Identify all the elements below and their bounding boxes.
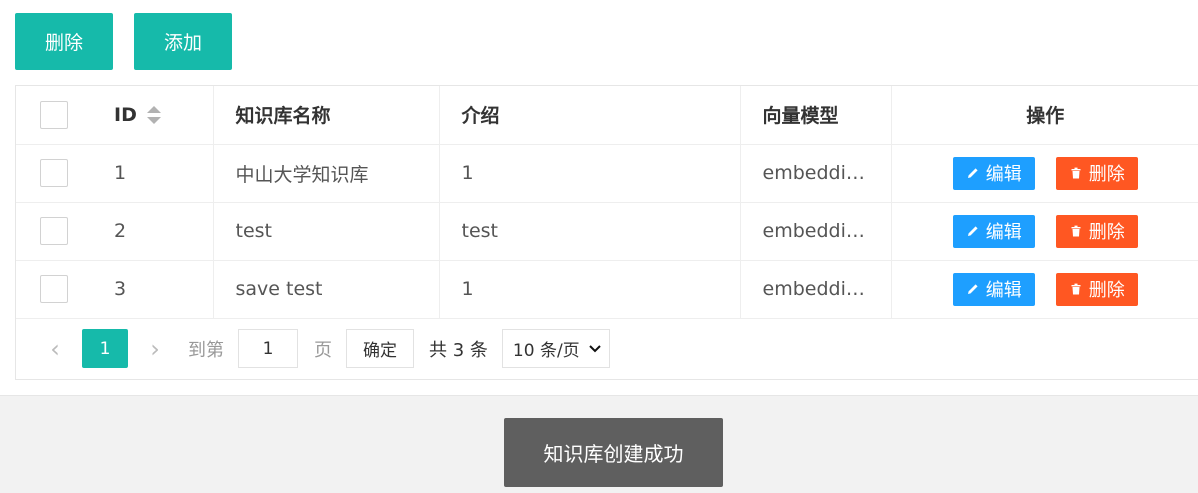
pencil-icon <box>967 226 978 236</box>
cell-model: embeddi… <box>740 202 892 261</box>
header-ops: 操作 <box>891 86 1198 145</box>
chevron-down-icon <box>588 344 601 352</box>
edit-label: 编辑 <box>985 280 1022 301</box>
trash-icon <box>1071 225 1081 237</box>
select-all-cell <box>16 86 92 145</box>
delete-label: 删除 <box>1088 164 1125 185</box>
header-intro: 介绍 <box>439 86 741 145</box>
table-row: 3 save test 1 embeddi… 编辑 删除 <box>16 260 1198 319</box>
toast-message: 知识库创建成功 <box>504 418 723 487</box>
delete-label: 删除 <box>1088 280 1125 301</box>
current-page[interactable]: 1 <box>82 329 128 368</box>
pencil-icon <box>967 168 978 178</box>
goto-page-input[interactable]: 1 <box>238 329 298 368</box>
edit-button[interactable]: 编辑 <box>952 272 1035 306</box>
cell-ops: 编辑 删除 <box>891 202 1198 261</box>
cell-id: 3 <box>92 260 214 319</box>
cell-id: 2 <box>92 202 214 261</box>
cell-name: save test <box>213 260 440 319</box>
row-checkbox[interactable] <box>40 217 68 245</box>
row-select-cell <box>16 260 92 319</box>
trash-icon <box>1071 167 1081 179</box>
goto-confirm-button[interactable]: 确定 <box>346 329 414 368</box>
add-button[interactable]: 添加 <box>134 13 232 70</box>
edit-label: 编辑 <box>985 222 1022 243</box>
batch-delete-button[interactable]: 删除 <box>15 13 113 70</box>
cell-model: embeddi… <box>740 144 892 203</box>
header-id-label: ID <box>114 103 137 126</box>
cell-intro: 1 <box>439 144 741 203</box>
header-name: 知识库名称 <box>213 86 440 145</box>
sort-icon[interactable] <box>146 106 161 125</box>
select-all-checkbox[interactable] <box>40 100 68 129</box>
cell-id: 1 <box>92 144 214 203</box>
cell-intro: test <box>439 202 741 261</box>
main-panel: 删除 添加 ID 知识库名称 介绍 向量模型 操作 1 中山大学知识库 1 em… <box>0 0 1198 395</box>
cell-intro: 1 <box>439 260 741 319</box>
pencil-icon <box>967 284 978 294</box>
edit-button[interactable]: 编辑 <box>952 156 1035 190</box>
delete-button[interactable]: 删除 <box>1055 156 1138 190</box>
cell-model: embeddi… <box>740 260 892 319</box>
table-row: 2 test test embeddi… 编辑 删除 <box>16 202 1198 261</box>
delete-button[interactable]: 删除 <box>1055 272 1138 306</box>
page-size-value: 10 条/页 <box>512 341 580 361</box>
row-checkbox[interactable] <box>40 159 68 187</box>
table-row: 1 中山大学知识库 1 embeddi… 编辑 删除 <box>16 144 1198 203</box>
pagination: ‹ 1 › 到第 1 页 确定 共 3 条 10 条/页 <box>16 317 1198 380</box>
edit-label: 编辑 <box>985 164 1022 185</box>
edit-button[interactable]: 编辑 <box>952 214 1035 248</box>
page-size-select[interactable]: 10 条/页 <box>501 329 610 368</box>
trash-icon <box>1071 283 1081 295</box>
delete-label: 删除 <box>1088 222 1125 243</box>
cell-name: 中山大学知识库 <box>213 144 440 203</box>
delete-button[interactable]: 删除 <box>1055 214 1138 248</box>
header-id[interactable]: ID <box>92 86 214 145</box>
row-select-cell <box>16 202 92 261</box>
next-page-button[interactable]: › <box>140 335 170 363</box>
prev-page-button[interactable]: ‹ <box>40 335 70 363</box>
cell-ops: 编辑 删除 <box>891 260 1198 319</box>
total-count: 共 3 条 <box>429 339 488 361</box>
table-header-row: ID 知识库名称 介绍 向量模型 操作 <box>16 86 1198 145</box>
knowledge-base-table: ID 知识库名称 介绍 向量模型 操作 1 中山大学知识库 1 embeddi…… <box>15 85 1198 380</box>
row-select-cell <box>16 144 92 203</box>
row-checkbox[interactable] <box>40 275 68 303</box>
goto-label: 到第 <box>188 339 224 361</box>
cell-name: test <box>213 202 440 261</box>
page-unit-label: 页 <box>314 339 332 361</box>
header-model: 向量模型 <box>740 86 892 145</box>
cell-ops: 编辑 删除 <box>891 144 1198 203</box>
